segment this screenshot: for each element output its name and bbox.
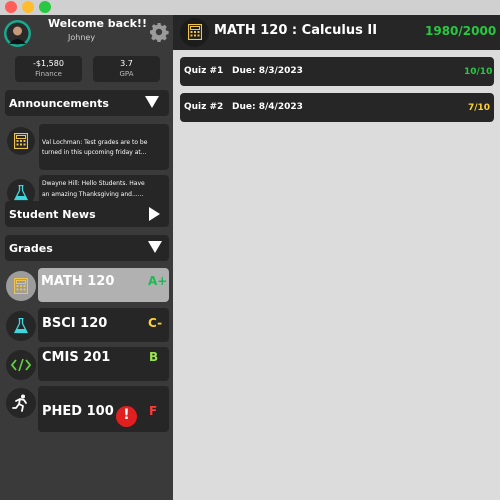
announcement-line2: turned in this upcoming friday at... — [42, 149, 147, 156]
grade-row-cmis201[interactable]: CMIS 201 B — [38, 347, 169, 381]
course-grade: C- — [148, 316, 163, 330]
grades-title: Grades — [9, 242, 53, 255]
course-grade: B — [149, 350, 159, 364]
gpa-card[interactable]: 3.7 GPA — [93, 56, 160, 82]
finance-label: Finance — [35, 70, 62, 78]
course-grade: A+ — [148, 274, 168, 288]
calculator-icon — [14, 278, 28, 294]
alert-icon[interactable]: ! — [116, 406, 137, 427]
announcements-header[interactable]: Announcements — [5, 90, 169, 116]
course-name: BSCI 120 — [42, 316, 108, 331]
course-name: PHED 100 — [42, 404, 114, 419]
course-icon-wrap — [6, 350, 36, 380]
course-icon-wrap — [6, 388, 36, 418]
grade-row-phed100[interactable]: PHED 100 ! F — [38, 386, 169, 432]
quiz-score: 10/10 — [464, 67, 493, 77]
profile-photo-icon — [6, 22, 29, 45]
course-points: 1980/2000 — [425, 24, 497, 38]
course-name: MATH 120 — [41, 274, 115, 289]
announcement-line2: an amazing Thanksgiving and...... — [42, 191, 144, 198]
course-title: MATH 120 : Calculus II — [214, 23, 378, 38]
calculator-icon — [188, 24, 202, 40]
grades-header[interactable]: Grades — [5, 235, 169, 261]
quiz-name: Quiz #2 — [184, 102, 224, 112]
finance-value: -$1,580 — [33, 59, 64, 68]
chevron-down-icon — [148, 241, 162, 253]
running-icon — [12, 394, 27, 412]
gpa-value: 3.7 — [120, 59, 133, 68]
quiz-score: 7/10 — [468, 103, 491, 113]
settings-button[interactable] — [149, 22, 169, 43]
quiz-due: Due: 8/3/2023 — [232, 66, 303, 76]
gpa-label: GPA — [119, 70, 134, 78]
flask-icon — [14, 185, 28, 201]
user-name: Johney — [68, 33, 96, 42]
course-header: MATH 120 : Calculus II 1980/2000 — [173, 15, 500, 50]
avatar[interactable] — [4, 20, 31, 47]
announcement-line1: Val Lochman: Test grades are to be — [42, 139, 148, 146]
course-header-icon-wrap — [180, 18, 209, 47]
code-icon — [11, 358, 31, 372]
announcement-item[interactable]: Val Lochman: Test grades are to be turne… — [39, 124, 169, 170]
quiz-due: Due: 8/4/2023 — [232, 102, 303, 112]
course-name: CMIS 201 — [42, 350, 111, 365]
chevron-right-icon — [149, 207, 160, 221]
quiz-name: Quiz #1 — [184, 66, 224, 76]
finance-card[interactable]: -$1,580 Finance — [15, 56, 82, 82]
course-grade: F — [149, 404, 158, 418]
grade-row-math120[interactable]: MATH 120 A+ — [38, 268, 169, 302]
maximize-window-button[interactable] — [39, 1, 51, 13]
course-icon-wrap — [6, 271, 36, 301]
welcome-text: Welcome back!! — [48, 17, 147, 30]
gear-icon — [150, 23, 169, 43]
student-news-header[interactable]: Student News — [5, 201, 169, 227]
announcement-icon-wrap — [7, 127, 35, 155]
minimize-window-button[interactable] — [22, 1, 34, 13]
course-panel: MATH 120 : Calculus II 1980/2000 Quiz #1… — [173, 15, 500, 500]
chevron-down-icon — [145, 96, 159, 108]
quiz-row[interactable]: Quiz #1 Due: 8/3/2023 10/10 — [180, 57, 494, 86]
calculator-icon — [14, 133, 28, 149]
grade-row-bsci120[interactable]: BSCI 120 C- — [38, 308, 169, 342]
quiz-row[interactable]: Quiz #2 Due: 8/4/2023 7/10 — [180, 93, 494, 122]
announcement-line1: Dwayne Hill: Hello Students. Have — [42, 180, 145, 187]
alert-mark: ! — [123, 407, 130, 423]
student-news-title: Student News — [9, 208, 96, 221]
sidebar: Welcome back!! Johney -$1,580 Finance 3.… — [0, 15, 173, 500]
announcements-title: Announcements — [9, 97, 109, 110]
close-window-button[interactable] — [5, 1, 17, 13]
course-icon-wrap — [6, 311, 36, 341]
flask-icon — [14, 318, 28, 334]
window-titlebar — [0, 0, 500, 15]
